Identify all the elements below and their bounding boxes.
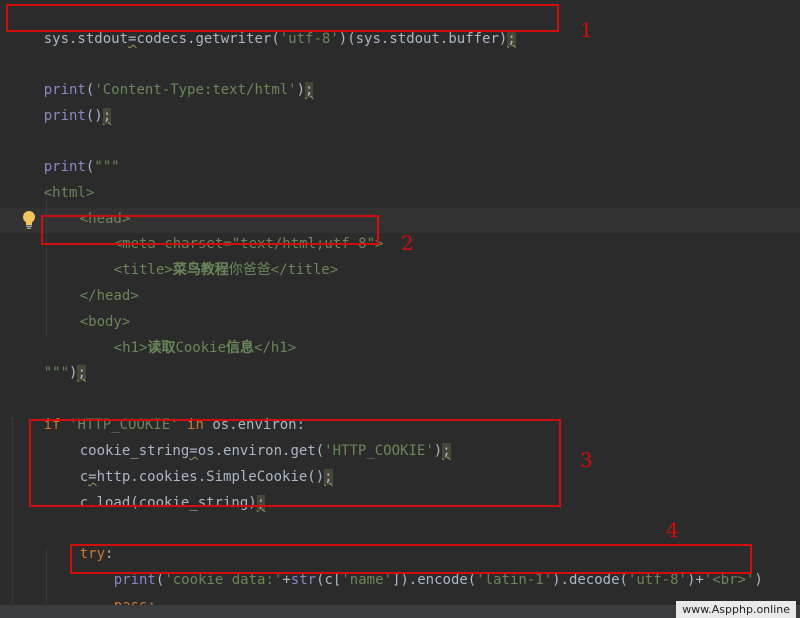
token: sys.stdout (43, 31, 129, 47)
token: 'cookie data:' (164, 572, 283, 588)
code-line-21[interactable]: try: (46, 521, 114, 562)
token: <h1> (113, 340, 148, 356)
code-line-7[interactable]: <html> (10, 160, 95, 201)
annotation-box-2 (41, 215, 379, 245)
token: """ (43, 365, 70, 381)
token: 'utf-8' (279, 31, 339, 47)
token: 读取 (147, 340, 176, 356)
token: )+ (686, 572, 704, 588)
token: 'utf-8' (627, 572, 687, 588)
token: </h1> (254, 340, 297, 356)
code-line-11[interactable]: </head> (46, 263, 139, 304)
annotation-number-4: 4 (666, 518, 679, 542)
token: 你爸爸 (228, 262, 271, 278)
token: 菜鸟教程 (172, 262, 229, 278)
token: 'name' (341, 572, 392, 588)
token: print (43, 108, 86, 124)
token: ).decode( (552, 572, 628, 588)
token: ; (77, 365, 86, 381)
code-line-23[interactable]: pass; (80, 573, 156, 614)
token: + (282, 572, 291, 588)
code-editor[interactable]: sys.stdout=codecs.getwriter('utf-8')(sys… (0, 0, 800, 618)
annotation-box-3 (29, 419, 561, 507)
code-line-3[interactable]: print('Content-Type:text/html'); (10, 57, 314, 98)
annotation-box-1 (6, 4, 559, 32)
code-line-13[interactable]: <h1>读取Cookie信息</h1> (80, 315, 296, 356)
token: 'Content-Type:text/html' (94, 82, 297, 98)
code-line-8[interactable]: <head> (46, 186, 131, 227)
token: str (290, 572, 317, 588)
token: ; (102, 108, 112, 124)
annotation-number-2: 2 (401, 231, 414, 255)
token: ) (296, 82, 306, 98)
code-line-14[interactable]: """); (10, 340, 86, 381)
token: '<br>' (703, 572, 755, 588)
token: 'latin-1' (476, 572, 553, 588)
token: ; (305, 82, 314, 98)
token: ; (507, 31, 516, 47)
token: ) (754, 572, 763, 588)
code-line-4[interactable]: print(); (10, 83, 112, 124)
code-line-16[interactable]: if 'HTTP_COOKIE' in os.environ: (10, 392, 305, 433)
token: Cookie (175, 340, 227, 356)
annotation-number-3: 3 (580, 448, 593, 472)
token: )(sys.stdout.buffer) (338, 31, 508, 47)
watermark: www.Aspphp.online (676, 601, 796, 618)
token: """ (94, 159, 120, 175)
annotation-number-1: 1 (580, 18, 593, 42)
token: 信息 (226, 340, 255, 356)
code-line-6[interactable]: print(""" (10, 134, 120, 175)
annotation-box-4 (70, 544, 752, 574)
token: </title> (270, 262, 339, 278)
token: ]).encode( (391, 572, 477, 588)
token: () (85, 108, 103, 124)
token: codecs.getwriter( (136, 31, 280, 47)
token: (c[ (316, 572, 342, 588)
code-line-12[interactable]: <body> (46, 289, 131, 330)
lightbulb-icon[interactable] (22, 210, 36, 230)
